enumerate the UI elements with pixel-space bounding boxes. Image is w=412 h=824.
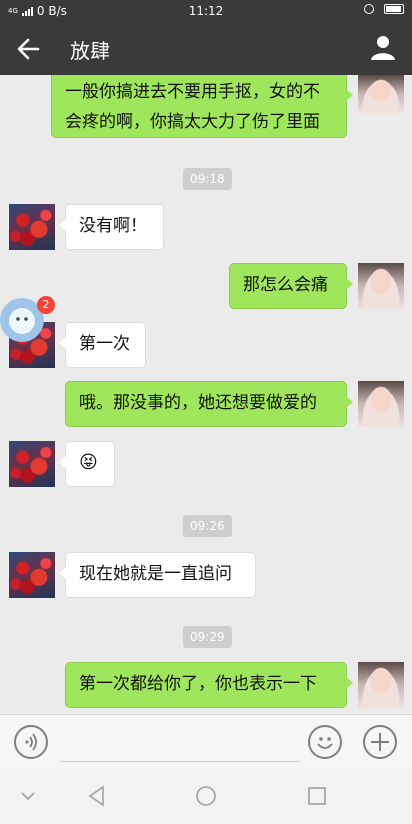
message-input[interactable] xyxy=(60,725,300,762)
message-text: 哦。那没事的，她还想要做爱的 xyxy=(79,393,317,413)
more-button[interactable] xyxy=(363,725,397,759)
contact-avatar[interactable] xyxy=(9,552,55,598)
message-text: 现在她就是一直追问 xyxy=(79,564,232,584)
chat-title: 放肆 xyxy=(70,39,110,63)
message-line: 会疼的啊，你搞太大力了伤了里面 xyxy=(65,112,320,132)
plus-icon xyxy=(371,733,389,751)
input-bar xyxy=(0,714,412,769)
profile-icon[interactable] xyxy=(368,32,398,62)
message-text: 那怎么会痛 xyxy=(243,275,328,295)
my-avatar[interactable] xyxy=(358,662,404,708)
message-text: 没有啊！ xyxy=(79,216,147,236)
status-right xyxy=(364,4,404,14)
emoji-sticker: 😝 xyxy=(79,452,98,473)
my-avatar[interactable] xyxy=(358,75,404,113)
notification-badge: 2 xyxy=(37,296,55,314)
message-bubble-incoming[interactable]: 没有啊！ xyxy=(59,204,164,250)
home-circle-icon[interactable] xyxy=(192,782,220,810)
message-bubble-incoming[interactable]: 现在她就是一直追问 xyxy=(59,552,256,598)
message-text: 第一次 xyxy=(79,334,130,354)
back-arrow-icon[interactable] xyxy=(14,34,44,64)
timestamp: 09:18 xyxy=(183,168,232,190)
message-bubble-incoming[interactable]: 第一次 xyxy=(59,322,146,368)
alarm-icon xyxy=(364,4,374,14)
message-bubble-incoming[interactable]: 😝 xyxy=(59,441,115,487)
chevron-down-icon[interactable] xyxy=(14,782,42,810)
my-avatar[interactable] xyxy=(358,263,404,309)
smiley-icon xyxy=(317,737,333,749)
recents-square-icon[interactable] xyxy=(303,782,331,810)
message-bubble-outgoing[interactable]: 那怎么会痛 xyxy=(229,263,353,309)
message-text: 第一次都给你了，你也表示一下 xyxy=(79,674,317,694)
battery-icon xyxy=(384,4,404,14)
message-bubble-outgoing[interactable]: 一般你搞进去不要用手抠，女的不 会疼的啊，你搞太大力了伤了里面 xyxy=(51,75,353,138)
status-time: 11:12 xyxy=(188,4,224,18)
chat-header: 放肆 xyxy=(0,22,412,75)
timestamp: 09:26 xyxy=(183,515,232,537)
contact-avatar[interactable] xyxy=(9,441,55,487)
contact-avatar[interactable] xyxy=(9,204,55,250)
timestamp: 09:29 xyxy=(183,626,232,648)
back-triangle-icon[interactable] xyxy=(83,782,111,810)
message-line: 一般你搞进去不要用手抠，女的不 xyxy=(65,82,320,102)
system-nav-bar xyxy=(0,768,412,824)
message-bubble-outgoing[interactable]: 第一次都给你了，你也表示一下 xyxy=(65,662,353,708)
emoji-button[interactable] xyxy=(308,725,342,759)
my-avatar[interactable] xyxy=(358,381,404,427)
voice-icon xyxy=(25,733,37,751)
message-bubble-outgoing[interactable]: 哦。那没事的，她还想要做爱的 xyxy=(65,381,353,427)
voice-button[interactable] xyxy=(14,725,48,759)
status-bar: 4G 0 B/s 11:12 xyxy=(0,0,412,22)
